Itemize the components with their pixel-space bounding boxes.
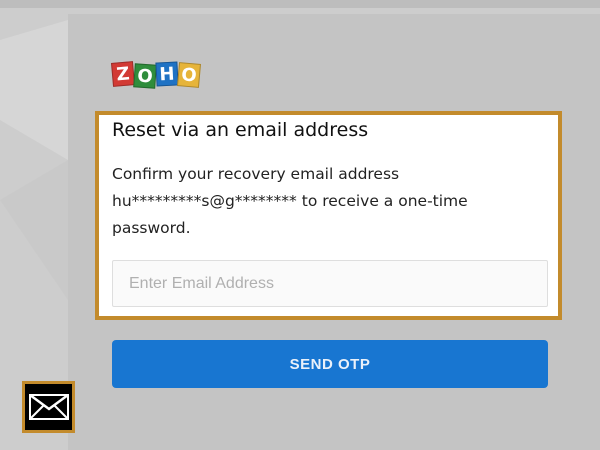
logo-letter: H [155, 61, 179, 87]
mail-icon [25, 384, 72, 430]
logo-letter: Z [110, 61, 136, 87]
description-line: password. [112, 219, 191, 237]
logo-letter: O [133, 63, 157, 89]
description-line: hu*********s@g******** to receive a one-… [112, 192, 468, 210]
email-field[interactable] [112, 260, 548, 307]
logo-letter: O [176, 62, 202, 88]
reset-title: Reset via an email address [112, 119, 369, 141]
mail-badge [22, 381, 75, 433]
description-line: Confirm your recovery email address [112, 165, 400, 183]
send-otp-button[interactable]: SEND OTP [112, 340, 548, 388]
reset-description: Confirm your recovery email address hu**… [112, 161, 532, 242]
zoho-logo: Z O H O [110, 61, 202, 89]
